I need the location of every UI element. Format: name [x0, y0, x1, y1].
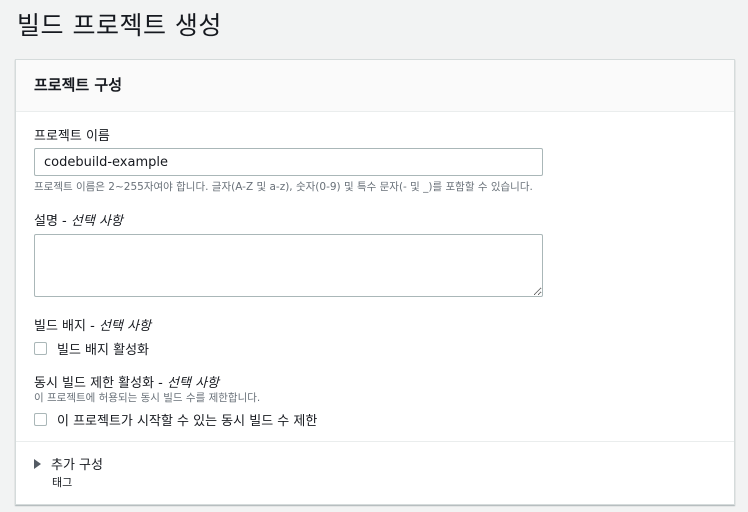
panel-title: 프로젝트 구성: [34, 76, 123, 94]
panel-header: 프로젝트 구성: [16, 60, 734, 112]
description-textarea[interactable]: [34, 234, 543, 297]
project-name-label: 프로젝트 이름: [34, 129, 110, 144]
build-badge-label-text: 빌드 배지: [34, 319, 86, 334]
concurrent-limit-row[interactable]: 이 프로젝트가 시작할 수 있는 동시 빌드 수 제한: [34, 410, 317, 429]
concurrent-limit-checkbox-label[interactable]: 이 프로젝트가 시작할 수 있는 동시 빌드 수 제한: [57, 410, 317, 429]
concurrent-limit-label-text: 동시 빌드 제한 활성화: [34, 376, 155, 391]
build-badge-row[interactable]: 빌드 배지 활성화: [34, 339, 149, 358]
build-badge-checkbox[interactable]: [34, 342, 47, 355]
concurrent-limit-label: 동시 빌드 제한 활성화 - 선택 사항: [34, 376, 219, 391]
page-title: 빌드 프로젝트 생성: [17, 11, 222, 40]
concurrent-limit-optional: 선택 사항: [167, 376, 219, 391]
description-label-text: 설명: [34, 214, 58, 229]
project-name-input[interactable]: [34, 148, 543, 176]
build-badge-optional: 선택 사항: [98, 319, 151, 334]
description-label: 설명 - 선택 사항: [34, 214, 123, 229]
build-badge-label: 빌드 배지 - 선택 사항: [34, 319, 151, 334]
concurrent-limit-hint: 이 프로젝트에 허용되는 동시 빌드 수를 제한합니다.: [34, 392, 261, 404]
build-badge-checkbox-label[interactable]: 빌드 배지 활성화: [57, 339, 149, 358]
description-optional: 선택 사항: [70, 214, 123, 229]
additional-config-sub: 태그: [52, 476, 73, 489]
additional-config-label[interactable]: 추가 구성: [51, 454, 103, 473]
additional-config-toggle[interactable]: 추가 구성: [34, 454, 103, 473]
project-name-hint: 프로젝트 이름은 2~255자여야 합니다. 글자(A-Z 및 a-z), 숫자…: [34, 181, 533, 193]
project-config-panel: 프로젝트 구성 프로젝트 이름 프로젝트 이름은 2~255자여야 합니다. 글…: [15, 59, 735, 505]
caret-right-icon[interactable]: [34, 458, 41, 469]
concurrent-limit-checkbox[interactable]: [34, 413, 47, 426]
section-divider: [16, 441, 734, 442]
